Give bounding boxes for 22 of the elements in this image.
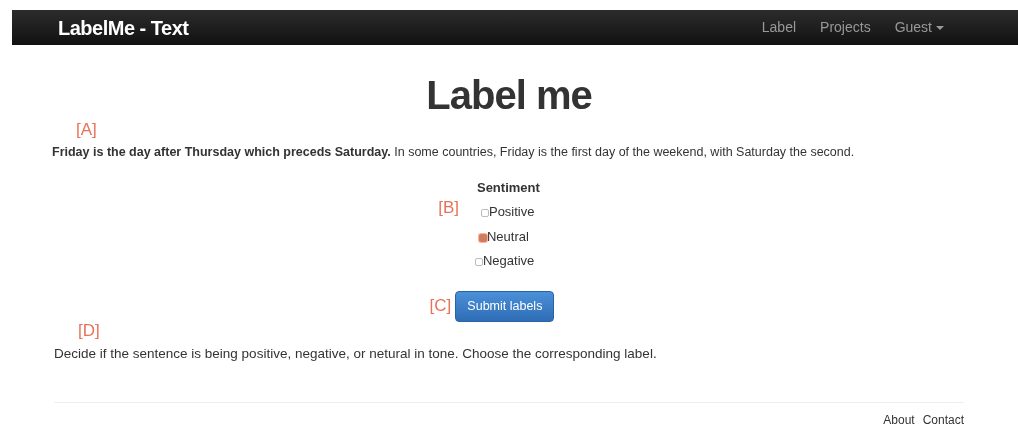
footer-link[interactable]: Contact [922, 410, 964, 429]
brand-title[interactable]: LabelMe - Text [58, 12, 189, 43]
user-menu[interactable]: Guest [882, 17, 956, 38]
nav-link[interactable]: Projects [808, 17, 883, 38]
marker-label: [C] [429, 295, 452, 318]
checkbox[interactable] [474, 258, 483, 267]
marker-label: [A] [76, 120, 97, 139]
option-label[interactable]: Positive [488, 202, 535, 222]
instructions-text: Decide if the sentence is being positive, negative, or netural in tone. Choose the corresponding label. [54, 344, 658, 363]
submit-button[interactable]: Submit labels [455, 290, 555, 322]
page-title: Label me [426, 72, 592, 119]
checkbox[interactable] [480, 209, 489, 218]
group-heading: Sentiment [476, 178, 540, 197]
option-label[interactable]: Neutral [486, 226, 529, 247]
marker-label: [D] [78, 320, 100, 340]
option-label[interactable]: Negative [482, 251, 535, 271]
nav-link[interactable]: Label [749, 17, 809, 38]
caret-icon [936, 26, 944, 31]
marker-label: [B] [438, 197, 459, 217]
sentence-text: Friday is the day after Thursday which preceds Saturday. In some countries, Friday is the first day of the weekend, with Saturday the second. [52, 144, 856, 161]
footer-link[interactable]: About [883, 410, 915, 429]
checkbox[interactable] [478, 233, 487, 242]
